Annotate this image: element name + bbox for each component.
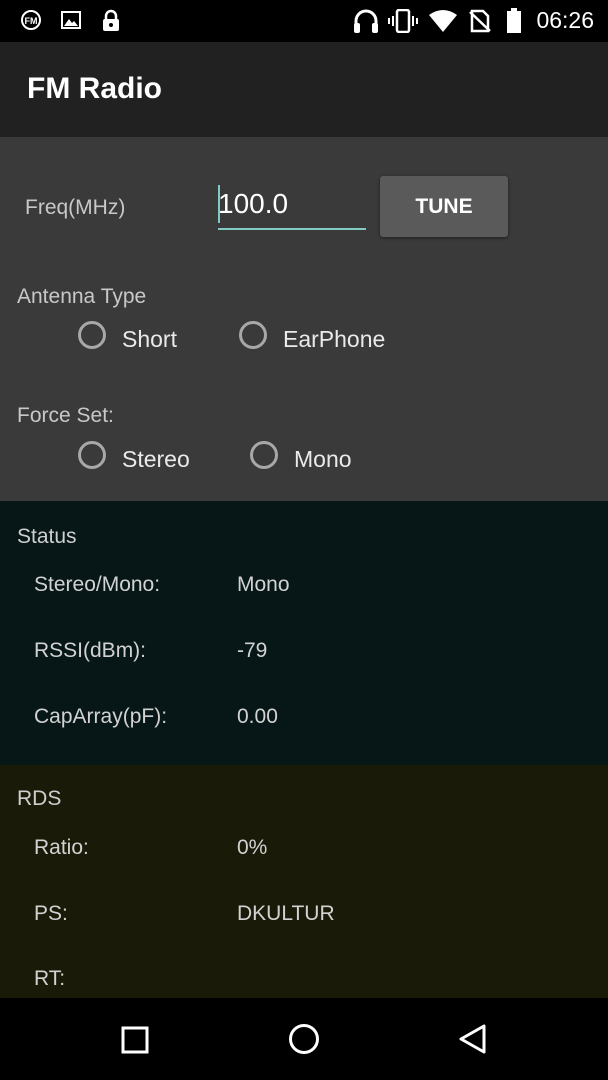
app-toolbar: FM Radio [0,42,608,137]
status-section: Status Stereo/Mono: Mono RSSI(dBm): -79 … [0,501,608,765]
home-circle-icon[interactable] [288,1023,320,1055]
rds-title: RDS [17,787,62,810]
vibrate-icon [388,9,418,33]
force-set-title: Force Set: [17,404,114,427]
wifi-icon [429,10,457,32]
clock: 06:26 [536,7,594,33]
no-sim-icon [469,9,491,33]
image-icon [61,11,81,29]
radio-short-label[interactable]: Short [122,326,177,353]
ratio-value: 0% [237,836,268,859]
rssi-value: -79 [237,639,268,662]
ps-value: DKULTUR [237,902,335,925]
stereo-mono-label: Stereo/Mono: [34,573,161,596]
tune-button[interactable]: TUNE [380,176,508,237]
rds-section: RDS Ratio: 0% PS: DKULTUR RT: [0,765,608,998]
status-title: Status [17,525,77,548]
antenna-type-title: Antenna Type [17,285,147,308]
fm-radio-icon: FM [21,10,41,30]
freq-label: Freq(MHz) [25,196,126,219]
rssi-label: RSSI(dBm): [34,639,147,662]
ps-label: PS: [34,902,68,925]
radio-earphone-label[interactable]: EarPhone [283,326,385,353]
radio-short[interactable] [78,321,106,349]
navigation-bar [0,998,608,1080]
battery-icon [507,8,521,33]
stereo-mono-value: Mono [237,573,290,596]
recents-square-icon[interactable] [121,1026,149,1054]
radio-stereo[interactable] [78,441,106,469]
rt-label: RT: [34,967,66,990]
status-bar: FM 06:26 [0,0,608,42]
radio-mono-label[interactable]: Mono [294,446,352,473]
text-cursor [218,185,220,223]
radio-stereo-label[interactable]: Stereo [122,446,190,473]
radio-mono[interactable] [250,441,278,469]
back-triangle-icon[interactable] [458,1023,488,1055]
headset-icon [354,9,378,33]
radio-earphone[interactable] [239,321,267,349]
ratio-label: Ratio: [34,836,89,859]
svg-text:FM: FM [25,16,38,26]
lock-icon [103,9,119,31]
caparray-label: CapArray(pF): [34,705,168,728]
app-title: FM Radio [27,72,162,105]
freq-input[interactable] [218,180,366,230]
caparray-value: 0.00 [237,705,278,728]
